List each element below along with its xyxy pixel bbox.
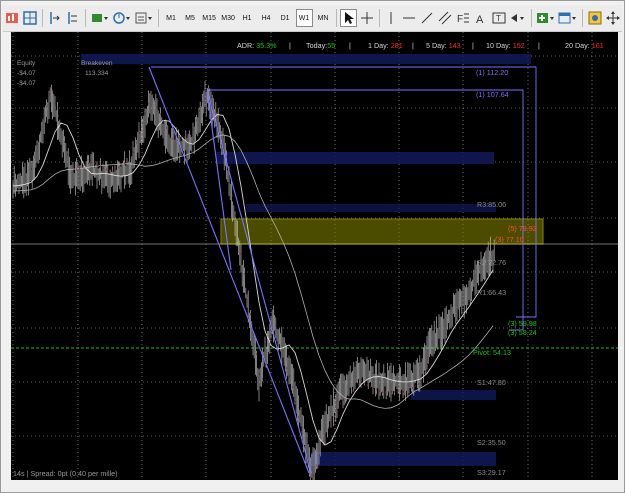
zone-band — [411, 390, 496, 400]
svg-text:A: A — [476, 14, 484, 25]
equity-label: Equity — [17, 60, 36, 67]
level-s3: S3:29.17 — [477, 468, 506, 477]
timeframe-m5[interactable]: M5 — [182, 9, 199, 27]
spread-status: 14s | Spread: 0pt (0.40 per mille) — [13, 469, 118, 478]
timeframe-h4[interactable]: H4 — [258, 9, 275, 27]
timeframe-m30[interactable]: M30 — [220, 9, 237, 27]
chart-bars-icon[interactable] — [4, 9, 20, 27]
stat-separator: | — [349, 41, 351, 50]
fib-label-77: (3) 77.10 — [495, 235, 524, 244]
breakeven-label: Breakeven — [81, 60, 113, 67]
timeframe-d1[interactable]: D1 — [277, 9, 294, 27]
day5-stat: 5 Day: 143 — [426, 41, 461, 50]
svg-text:T: T — [496, 14, 501, 23]
toolbar-separator — [582, 9, 584, 27]
horizontal-line-icon[interactable] — [401, 9, 417, 27]
toolbar-separator — [41, 9, 43, 27]
equity-value: -$4.07 — [17, 70, 36, 77]
window-list-icon[interactable] — [558, 9, 578, 27]
zone-band — [216, 152, 494, 164]
arrows-icon[interactable] — [509, 9, 527, 27]
trendline — [206, 89, 232, 271]
grid-view-icon[interactable] — [22, 9, 38, 27]
text-label-icon[interactable]: T — [491, 9, 507, 27]
chart-shift-icon[interactable] — [47, 9, 63, 27]
chart-canvas — [11, 32, 618, 480]
stat-separator: | — [412, 41, 414, 50]
day10-stat: 10 Day: 152 — [486, 41, 525, 50]
fib-label-107: (1) 107.64 — [476, 90, 509, 99]
envelope-dots — [31, 87, 431, 478]
zone-band — [246, 204, 496, 212]
toolbar-separator — [84, 9, 86, 27]
stat-separator: | — [538, 41, 540, 50]
fib-label-58: (3) 58.24 — [508, 328, 537, 337]
toolbar-separator — [335, 9, 337, 27]
trendline-icon[interactable] — [419, 9, 435, 27]
equity-value-2: -$4.07 — [17, 80, 36, 87]
periods-icon[interactable] — [112, 9, 132, 27]
zone-band — [311, 452, 496, 466]
level-s1: S1:47.80 — [477, 378, 506, 387]
properties-icon[interactable] — [587, 9, 603, 27]
templates-icon[interactable] — [134, 9, 154, 27]
autoscroll-icon[interactable] — [65, 9, 81, 27]
level-s2: S2:35.50 — [477, 438, 506, 447]
level-r2: R2:72.76 — [477, 258, 507, 267]
trendline — [206, 89, 312, 474]
cursor-arrow-icon[interactable] — [340, 9, 357, 27]
toolbar-separator — [157, 9, 159, 27]
chart-toolbar: M1 M5 M15 M30 H1 H4 D1 W1 MN F A T — [3, 5, 622, 32]
level-r3: R3:85.06 — [477, 200, 507, 209]
move-icon[interactable] — [605, 9, 621, 27]
timeframe-m15[interactable]: M15 — [201, 9, 218, 27]
today-stat: Today:55 — [306, 41, 336, 50]
fibonacci-icon[interactable]: F — [455, 9, 471, 27]
level-pivot: Pivot: 54.13 — [473, 348, 511, 357]
fib-label-112: (1) 112.20 — [476, 68, 509, 77]
stat-separator: | — [472, 41, 474, 50]
level-r1: R1:66.43 — [477, 288, 507, 297]
day1-stat: 1 Day: 281 — [368, 41, 403, 50]
crosshair-icon[interactable] — [359, 9, 375, 27]
fib-label-59: (3) 59.98 — [508, 319, 537, 328]
timeframe-m1[interactable]: M1 — [163, 9, 180, 27]
day20-stat: 20 Day: 161 — [565, 41, 604, 50]
fib-label-79: (5) 79.92 — [508, 224, 537, 233]
svg-text:F: F — [457, 14, 463, 25]
adr-stat: ADR: 35.3% — [237, 41, 277, 50]
toolbar-separator — [531, 9, 533, 27]
window-frame: M1 M5 M15 M30 H1 H4 D1 W1 MN F A T Equit… — [0, 0, 625, 493]
equidistant-channel-icon[interactable] — [437, 9, 453, 27]
vertical-line-icon[interactable] — [384, 9, 400, 27]
toolbar-separator — [378, 9, 380, 27]
new-order-icon[interactable] — [536, 9, 556, 27]
text-icon[interactable]: A — [473, 9, 489, 27]
indicators-icon[interactable] — [90, 9, 110, 27]
stat-separator: | — [289, 41, 291, 50]
timeframe-mn[interactable]: MN — [315, 9, 332, 27]
timeframe-w1[interactable]: W1 — [295, 9, 313, 27]
breakeven-value: 113.334 — [85, 70, 109, 77]
zone-band — [81, 54, 531, 64]
price-bars — [12, 80, 495, 480]
timeframe-h1[interactable]: H1 — [239, 9, 256, 27]
price-chart[interactable]: Equity Breakeven -$4.07 113.334 -$4.07 A… — [11, 32, 618, 480]
